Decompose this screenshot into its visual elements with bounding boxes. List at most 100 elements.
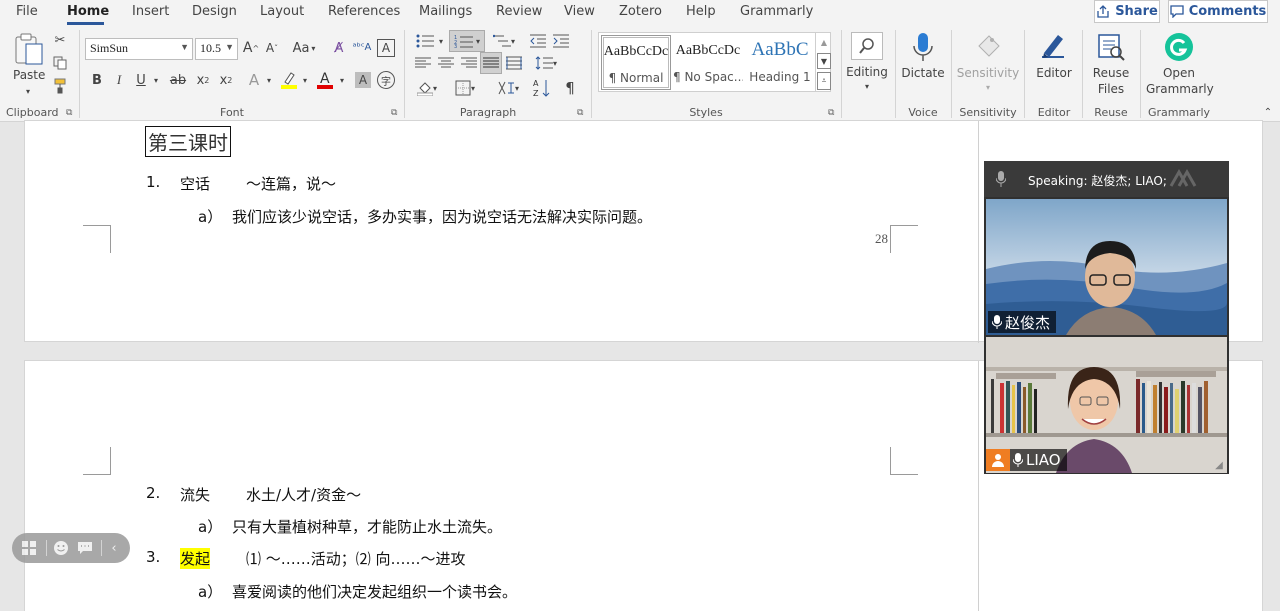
sort-icon[interactable]: AZ (532, 78, 552, 98)
chevron-left-icon[interactable]: ‹ (106, 539, 122, 557)
clear-formatting-icon[interactable]: A̸ (330, 39, 348, 57)
reuse-files-label-line2[interactable]: Files (1088, 82, 1134, 96)
reuse-files-icon[interactable] (1095, 32, 1127, 62)
collapse-ribbon-icon[interactable]: ⌃ (1262, 106, 1274, 118)
highlight-dropdown-icon[interactable]: ▾ (300, 71, 310, 89)
enclose-characters-icon[interactable]: 字 (377, 71, 395, 89)
sensitivity-icon[interactable] (974, 31, 1004, 61)
character-shading-icon[interactable]: A (355, 72, 371, 88)
video-call-panel[interactable]: Speaking: 赵俊杰; LIAO; 赵俊杰 LIAO ◢ (984, 161, 1229, 474)
editing-label[interactable]: Editing (842, 65, 892, 79)
emoji-icon[interactable] (52, 539, 70, 557)
subscript-button[interactable]: x2 (194, 71, 212, 89)
style-name: ¶ No Spac... (673, 70, 743, 84)
strikethrough-button[interactable]: ab (167, 71, 189, 89)
chat-icon[interactable] (76, 539, 94, 557)
tab-home[interactable]: Home (67, 4, 109, 19)
style-no-spacing[interactable]: AaBbCcDc ¶ No Spac... (673, 35, 743, 90)
participant-video-tile[interactable]: LIAO ◢ (986, 337, 1227, 473)
font-name-value: SimSun (90, 41, 129, 55)
editor-icon[interactable] (1037, 30, 1069, 64)
grow-font-icon[interactable]: A ^ (242, 39, 260, 57)
example-marker: a） (198, 208, 223, 226)
asian-layout-icon[interactable]: ▾ (493, 79, 523, 97)
styles-scroll-down-icon[interactable]: ▼ (817, 53, 831, 69)
shrink-font-icon[interactable]: Aˇ (263, 39, 281, 57)
multilevel-list-icon[interactable]: ▾ (489, 32, 519, 50)
borders-icon[interactable]: ▾ (450, 79, 480, 97)
search-icon[interactable] (851, 32, 883, 60)
tab-grammarly[interactable]: Grammarly (740, 4, 813, 19)
sensitivity-label[interactable]: Sensitivity (956, 66, 1020, 80)
styles-more-icon[interactable]: ⩡ (817, 72, 831, 90)
share-button[interactable]: Share (1094, 0, 1160, 23)
reuse-files-label-line1[interactable]: Reuse (1088, 66, 1134, 80)
font-name-dropdown[interactable]: SimSun ▼ (85, 38, 193, 60)
font-size-dropdown[interactable]: 10.5 ▼ (195, 38, 238, 60)
format-painter-icon[interactable] (52, 78, 68, 94)
numbering-button[interactable]: 123 ▾ (449, 30, 485, 52)
increase-indent-icon[interactable] (552, 32, 570, 50)
tab-layout[interactable]: Layout (260, 4, 304, 19)
grammarly-icon[interactable] (1163, 31, 1195, 63)
character-border-icon[interactable]: A (377, 39, 395, 57)
participant-video-tile[interactable]: 赵俊杰 (986, 199, 1227, 335)
paste-dropdown-icon[interactable]: ▾ (22, 86, 34, 96)
paragraph-launcher-icon[interactable]: ⧉ (577, 108, 583, 118)
shading-icon[interactable]: ▾ (414, 79, 440, 97)
paste-label[interactable]: Paste (13, 68, 45, 82)
resize-handle-icon[interactable]: ◢ (1213, 459, 1225, 471)
dictate-label[interactable]: Dictate (899, 66, 947, 80)
change-case-button[interactable]: Aa ▾ (288, 39, 320, 57)
superscript-button[interactable]: x2 (217, 71, 235, 89)
justify-button[interactable] (480, 52, 502, 74)
cut-icon[interactable]: ✂ (52, 32, 68, 48)
clipboard-group-label: Clipboard (6, 106, 59, 119)
copy-icon[interactable] (52, 55, 68, 71)
bullets-icon[interactable] (414, 32, 436, 50)
tab-file[interactable]: File (16, 4, 38, 19)
underline-button[interactable]: U (133, 71, 149, 89)
tab-view[interactable]: View (564, 4, 595, 19)
align-center-icon[interactable] (437, 54, 455, 72)
tab-zotero[interactable]: Zotero (619, 4, 662, 19)
tab-references[interactable]: References (328, 4, 400, 19)
font-launcher-icon[interactable]: ⧉ (391, 108, 397, 118)
style-heading-1[interactable]: AaBbC Heading 1 (745, 35, 815, 90)
font-color-icon[interactable]: A (316, 70, 334, 90)
bold-button[interactable]: B (89, 71, 105, 89)
editor-label[interactable]: Editor (1030, 66, 1078, 80)
tab-help[interactable]: Help (686, 4, 716, 19)
tab-design[interactable]: Design (192, 4, 237, 19)
highlight-color-icon[interactable] (280, 70, 298, 90)
styles-launcher-icon[interactable]: ⧉ (828, 108, 834, 118)
font-color-dropdown-icon[interactable]: ▾ (337, 71, 347, 89)
tab-insert[interactable]: Insert (132, 4, 169, 19)
tab-review[interactable]: Review (496, 4, 542, 19)
text-effects-dropdown-icon[interactable]: ▾ (264, 71, 274, 89)
sensitivity-dropdown-icon[interactable]: ▾ (982, 82, 994, 92)
distributed-icon[interactable] (505, 54, 523, 72)
align-left-icon[interactable] (414, 54, 432, 72)
show-formatting-marks-icon[interactable]: ¶ (561, 79, 579, 97)
microphone-icon[interactable] (910, 32, 936, 64)
styles-scroll-up-icon[interactable]: ▲ (818, 34, 830, 50)
paste-icon[interactable] (12, 32, 46, 66)
underline-dropdown-icon[interactable]: ▾ (151, 71, 161, 89)
clipboard-launcher-icon[interactable]: ⧉ (66, 108, 72, 118)
line-spacing-icon[interactable]: ▾ (532, 54, 560, 72)
bullets-dropdown-icon[interactable]: ▾ (437, 32, 445, 50)
justify-icon (483, 57, 499, 68)
apps-icon[interactable] (20, 539, 38, 557)
phonetic-guide-icon[interactable]: ᵃᵇᶜA (352, 38, 372, 56)
tab-mailings[interactable]: Mailings (419, 4, 472, 19)
italic-button[interactable]: I (111, 71, 127, 89)
editing-dropdown-icon[interactable]: ▾ (861, 81, 873, 91)
open-grammarly-label-line2[interactable]: Grammarly (1146, 82, 1214, 96)
open-grammarly-label-line1[interactable]: Open (1146, 66, 1212, 80)
text-effects-icon[interactable]: A (245, 70, 263, 90)
style-normal[interactable]: AaBbCcDc ¶ Normal (601, 35, 671, 90)
align-right-icon[interactable] (460, 54, 478, 72)
decrease-indent-icon[interactable] (529, 32, 547, 50)
comments-button[interactable]: Comments (1168, 0, 1268, 23)
